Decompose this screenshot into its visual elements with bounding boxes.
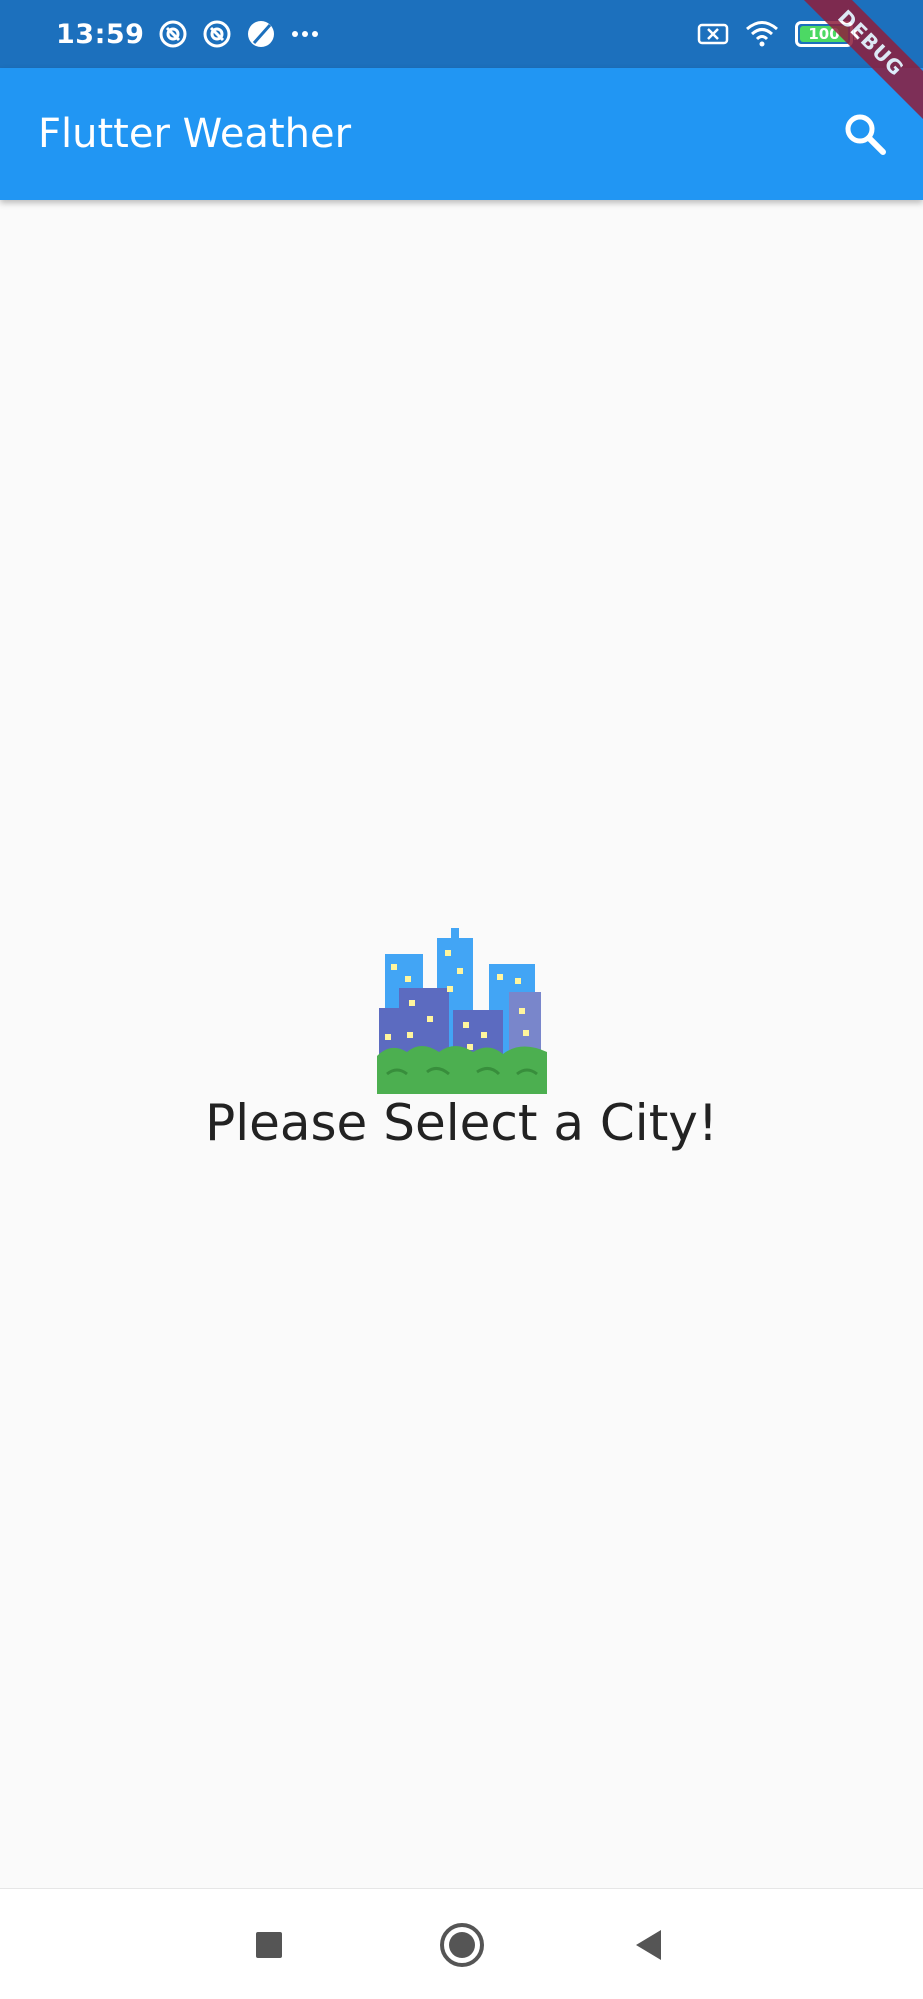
- status-time: 13:59: [56, 18, 145, 50]
- back-icon: [636, 1929, 661, 1960]
- cityscape-icon: [376, 928, 547, 1094]
- no-sim-icon: [697, 23, 729, 45]
- home-icon: [440, 1922, 484, 1967]
- app-title: Flutter Weather: [38, 111, 352, 157]
- vpn-key-icon: [203, 20, 231, 48]
- status-bar: 13:59 100: [0, 0, 923, 68]
- back-button[interactable]: [604, 1889, 694, 1999]
- vpn-key-icon: [159, 20, 187, 48]
- app-bar: Flutter Weather: [0, 68, 923, 200]
- recents-icon: [256, 1931, 282, 1958]
- status-left: 13:59: [56, 0, 320, 68]
- screen: 13:59 100 DEBUG Flutter Weather Please S…: [0, 0, 923, 1999]
- search-button[interactable]: [825, 94, 905, 174]
- wifi-icon: [746, 21, 778, 47]
- search-icon: [845, 114, 886, 155]
- recents-button[interactable]: [224, 1889, 314, 1999]
- empty-state: Please Select a City!: [0, 924, 923, 1152]
- navigation-bar: [0, 1888, 923, 1999]
- more-dots-icon: [292, 31, 319, 37]
- empty-state-text: Please Select a City!: [205, 1094, 718, 1152]
- main-content: Please Select a City!: [0, 200, 923, 1888]
- home-button[interactable]: [417, 1889, 507, 1999]
- moon-icon: [248, 21, 275, 47]
